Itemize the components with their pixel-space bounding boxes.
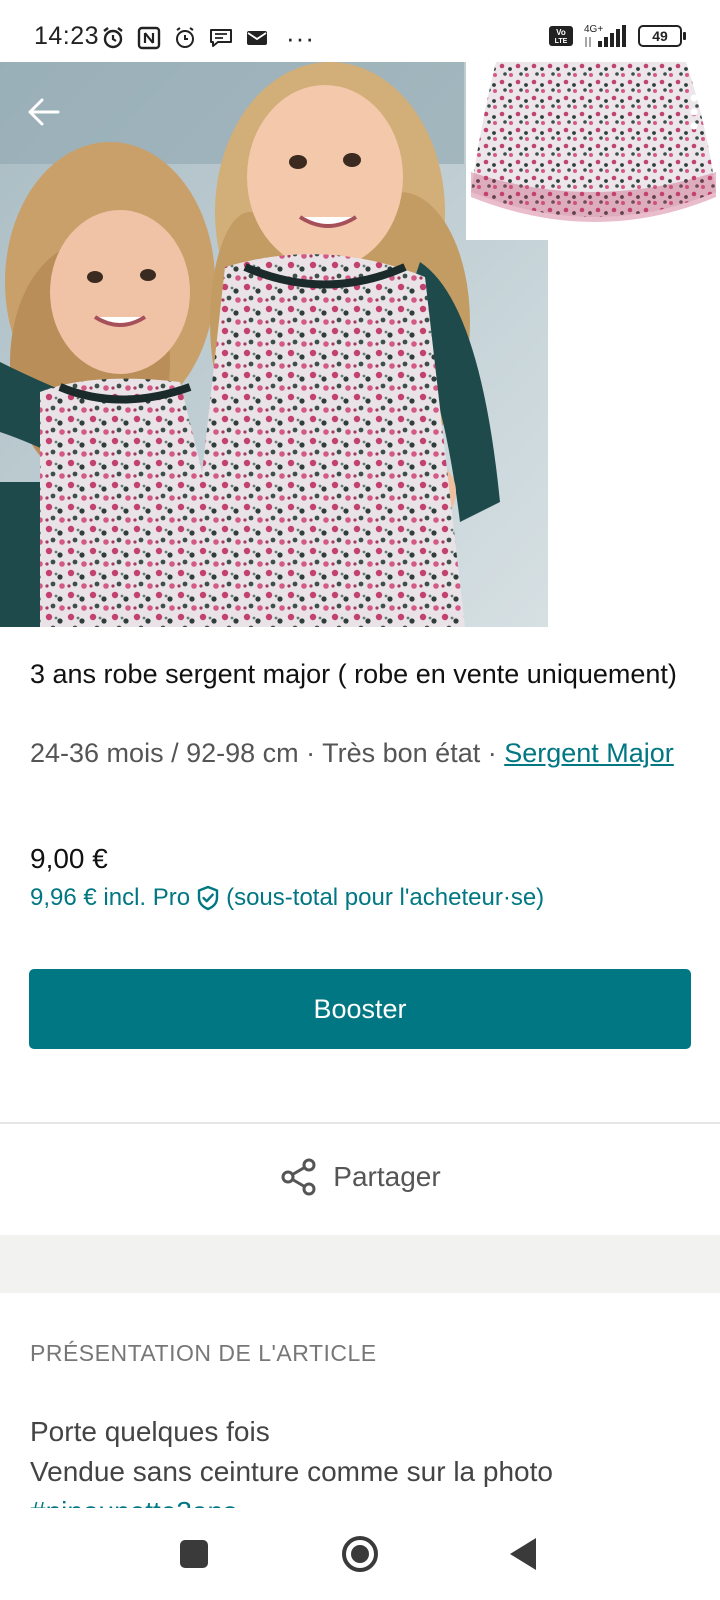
more-options-icon[interactable]: [684, 92, 704, 136]
shield-check-icon: [197, 885, 219, 911]
listing-price: 9,00 €: [30, 843, 108, 874]
brand-link[interactable]: Sergent Major: [504, 738, 674, 768]
alarm-icon: [103, 27, 123, 49]
divider: [0, 1122, 720, 1124]
recent-apps-icon[interactable]: [172, 1532, 216, 1576]
alarm-clock-icon: [176, 27, 194, 48]
status-time: 14:23: [34, 22, 100, 50]
booster-button[interactable]: Booster: [29, 969, 691, 1049]
price-incl-pro: 9,96 € incl. Pro: [30, 884, 191, 911]
back-arrow-icon[interactable]: [22, 90, 66, 134]
battery-icon: 49: [638, 25, 686, 47]
photo-gallery[interactable]: [0, 62, 720, 627]
signal-icon: 4G+: [584, 24, 626, 47]
second-photo-thumbnail[interactable]: [466, 62, 720, 240]
volte-icon: Vo LTE: [549, 26, 573, 46]
mail-icon: [247, 31, 267, 45]
share-label: Partager: [333, 1161, 441, 1192]
description-line: Porte quelques fois: [30, 1416, 270, 1447]
listing-title: 3 ans robe sergent major ( robe en vente…: [30, 659, 677, 689]
svg-text:LTE: LTE: [555, 38, 568, 45]
photo-floral-skirt: [466, 62, 720, 240]
section-separator: [0, 1235, 720, 1293]
status-bar: 14:23 ··· Vo LTE 4G+ 49: [0, 0, 720, 62]
share-icon: [281, 1158, 316, 1196]
network-type: 4G+: [584, 24, 603, 35]
size-condition: 24-36 mois / 92-98 cm · Très bon état ·: [30, 738, 505, 768]
status-icons-left: ···: [100, 24, 315, 52]
status-icons-right: Vo LTE 4G+ 49: [548, 22, 686, 50]
description-line: Vendue sans ceinture comme sur la photo: [30, 1456, 553, 1487]
item-description: Porte quelques fois Vendue sans ceinture…: [30, 1412, 690, 1508]
buyer-price-info[interactable]: 9,96 € incl. Pro (sous-total pour l'ache…: [30, 884, 544, 912]
section-title: PRÉSENTATION DE L'ARTICLE: [30, 1340, 377, 1366]
more-notifications-icon: ···: [286, 23, 315, 53]
hashtag-link[interactable]: #ninounette3ans: [30, 1492, 690, 1508]
home-icon[interactable]: [338, 1532, 382, 1576]
nfc-icon: [137, 26, 161, 50]
back-icon[interactable]: [502, 1532, 546, 1576]
svg-text:Vo: Vo: [556, 28, 566, 37]
subtotal-note: (sous-total pour l'acheteur·se): [226, 884, 545, 911]
listing-details: 24-36 mois / 92-98 cm · Très bon état · …: [30, 733, 695, 773]
message-icon: [210, 29, 232, 47]
navigation-bar: [0, 1510, 720, 1600]
share-button[interactable]: Partager: [0, 1142, 720, 1212]
